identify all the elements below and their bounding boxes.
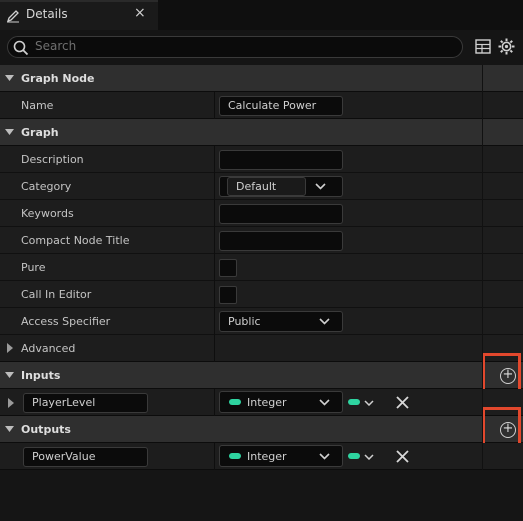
section-header-graph[interactable] [0, 119, 523, 146]
row-divider [0, 280, 523, 281]
gear-icon[interactable] [498, 38, 515, 55]
row-divider [0, 199, 523, 200]
add-input-button[interactable]: + [500, 368, 516, 384]
row-divider [0, 172, 523, 173]
column-splitter[interactable] [214, 92, 215, 119]
description-field[interactable] [219, 150, 343, 170]
triangle-right-icon [7, 343, 13, 353]
input-param-type-value: Integer [247, 396, 287, 409]
column-splitter[interactable] [214, 443, 215, 470]
chevron-down-icon [315, 183, 326, 190]
name-label: Name [21, 99, 54, 112]
pure-checkbox[interactable] [219, 259, 237, 277]
tab-close-button[interactable]: × [134, 5, 146, 21]
column-splitter[interactable] [214, 146, 215, 362]
chevron-down-icon[interactable] [364, 400, 374, 406]
triangle-right-icon [8, 398, 14, 408]
column-splitter[interactable] [214, 389, 215, 416]
triangle-down-icon [5, 372, 14, 378]
triangle-down-icon [5, 129, 14, 135]
input-param-name-field[interactable]: PlayerLevel [23, 393, 148, 413]
pencil-icon [6, 10, 19, 23]
access-specifier-value: Public [228, 315, 261, 328]
keywords-label: Keywords [21, 207, 74, 220]
section-title-inputs: Inputs [21, 369, 61, 382]
description-label: Description [21, 153, 84, 166]
section-title-graph-node: Graph Node [21, 72, 95, 85]
access-specifier-label: Access Specifier [21, 315, 111, 328]
row-divider [0, 226, 523, 227]
category-label: Category [21, 180, 72, 193]
tab-title: Details [26, 7, 68, 21]
pure-label: Pure [21, 261, 46, 274]
table-icon[interactable] [475, 39, 491, 54]
container-type-pin-icon[interactable] [348, 399, 360, 405]
close-icon[interactable] [396, 450, 409, 463]
chevron-down-icon [319, 318, 330, 325]
search-icon [13, 40, 29, 56]
category-value[interactable]: Default [227, 177, 306, 196]
triangle-down-icon [5, 75, 14, 81]
row-divider [0, 253, 523, 254]
section-header-inputs[interactable] [0, 362, 523, 389]
section-title-outputs: Outputs [21, 423, 71, 436]
advanced-row[interactable] [0, 335, 523, 362]
triangle-down-icon [5, 426, 14, 432]
call-in-editor-label: Call In Editor [21, 288, 92, 301]
keywords-field[interactable] [219, 204, 343, 224]
container-type-pin-icon[interactable] [348, 453, 360, 459]
section-header-outputs[interactable] [0, 416, 523, 443]
advanced-label: Advanced [21, 342, 76, 355]
integer-pin-icon [229, 453, 241, 459]
name-field[interactable]: Calculate Power [219, 96, 343, 116]
call-in-editor-checkbox[interactable] [219, 286, 237, 304]
row-divider [0, 307, 523, 308]
search-placeholder: Search [35, 39, 77, 53]
output-param-name-field[interactable]: PowerValue [23, 447, 148, 467]
integer-pin-icon [229, 399, 241, 405]
close-icon[interactable] [396, 396, 409, 409]
compact-node-title-field[interactable] [219, 231, 343, 251]
section-title-graph: Graph [21, 126, 59, 139]
chevron-down-icon[interactable] [364, 454, 374, 460]
reset-column-divider [482, 65, 483, 470]
compact-node-title-label: Compact Node Title [21, 234, 130, 247]
chevron-down-icon [319, 453, 330, 460]
add-output-button[interactable]: + [500, 422, 516, 438]
chevron-down-icon [319, 399, 330, 406]
output-param-type-value: Integer [247, 450, 287, 463]
